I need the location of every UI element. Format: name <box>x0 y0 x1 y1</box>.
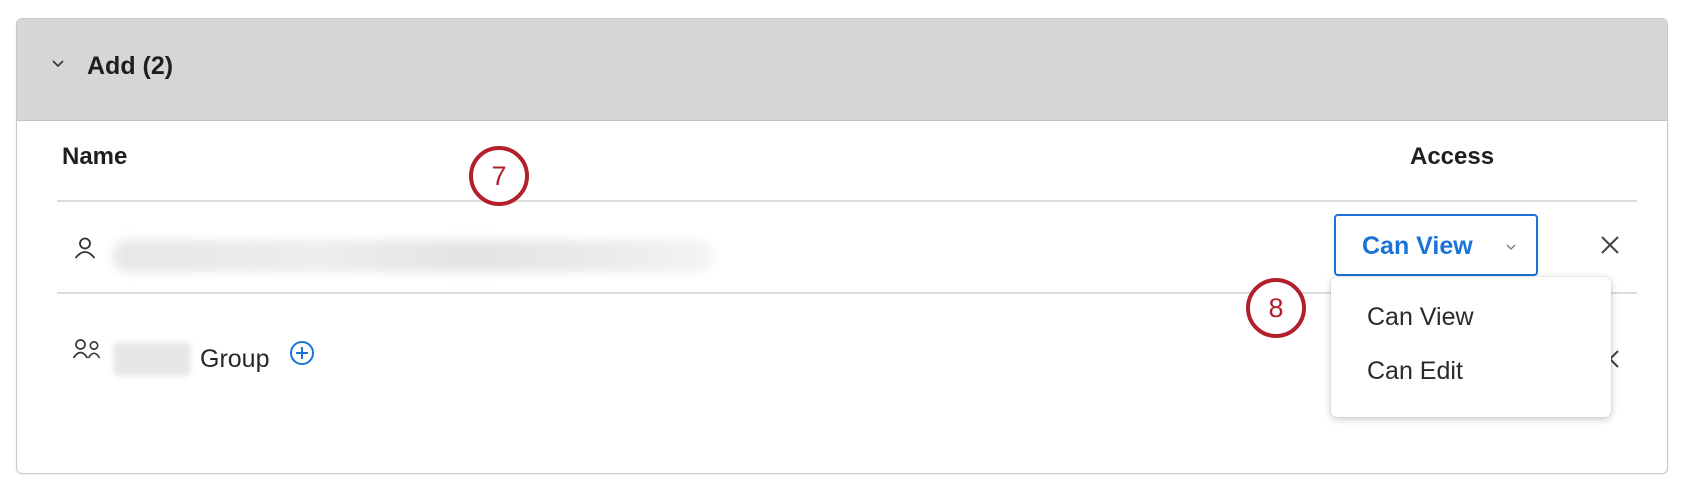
section-title: Add (2) <box>87 52 174 80</box>
column-header-name: Name <box>62 143 128 170</box>
group-name-redacted <box>113 342 191 376</box>
close-icon[interactable] <box>1600 235 1620 255</box>
column-header-access: Access <box>1410 143 1495 170</box>
group-label: Group <box>200 345 270 373</box>
user-name-redacted <box>113 240 713 272</box>
chevron-down-icon <box>1506 244 1516 250</box>
access-dropdown-menu: Can View Can Edit <box>1331 277 1611 417</box>
header-divider <box>57 200 1637 202</box>
dropdown-option-can-view[interactable]: Can View <box>1367 303 1474 332</box>
chevron-down-icon[interactable] <box>51 58 65 70</box>
dropdown-option-can-edit[interactable]: Can Edit <box>1367 357 1463 386</box>
access-select[interactable]: Can View <box>1334 214 1538 276</box>
callout-8: 8 <box>1246 278 1306 338</box>
user-icon <box>74 237 96 259</box>
plus-circle-icon[interactable] <box>289 340 315 366</box>
access-select-value: Can View <box>1362 232 1473 260</box>
section-header[interactable]: Add (2) <box>17 19 1667 121</box>
group-icon <box>72 339 101 359</box>
callout-7: 7 <box>469 146 529 206</box>
